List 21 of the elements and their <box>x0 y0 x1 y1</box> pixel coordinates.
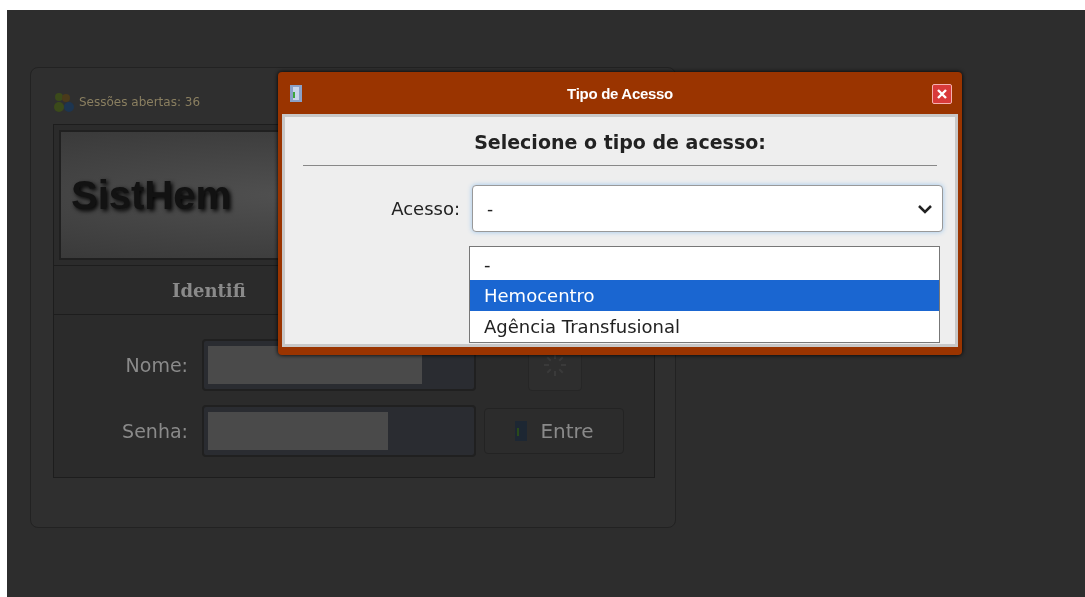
sessions-count: Sessões abertas: 36 <box>79 95 201 109</box>
field-label: Senha: <box>122 420 188 442</box>
enter-button[interactable]: Entre <box>484 408 624 454</box>
dialog-heading: Selecione o tipo de acesso: <box>473 130 767 155</box>
close-icon <box>936 88 948 100</box>
field-label: Acesso: <box>390 198 460 219</box>
dropdown-option[interactable]: Agência Transfusional <box>470 311 939 342</box>
access-select[interactable]: - <box>472 185 943 232</box>
chevron-icon <box>918 203 932 214</box>
spinner-icon <box>542 352 568 378</box>
input-field[interactable] <box>202 405 476 457</box>
door-icon <box>290 85 302 102</box>
window-title: Tipo de Acesso <box>567 84 673 102</box>
section-title: Identifi <box>172 279 246 301</box>
users-icon <box>53 92 75 112</box>
dropdown-option[interactable]: Hemocentro <box>470 280 939 311</box>
close-button[interactable] <box>932 84 952 104</box>
field-label: Nome: <box>125 354 188 376</box>
logo-text: SistHem <box>71 172 232 218</box>
door-icon <box>514 420 529 442</box>
dropdown-option[interactable]: - <box>470 249 939 280</box>
